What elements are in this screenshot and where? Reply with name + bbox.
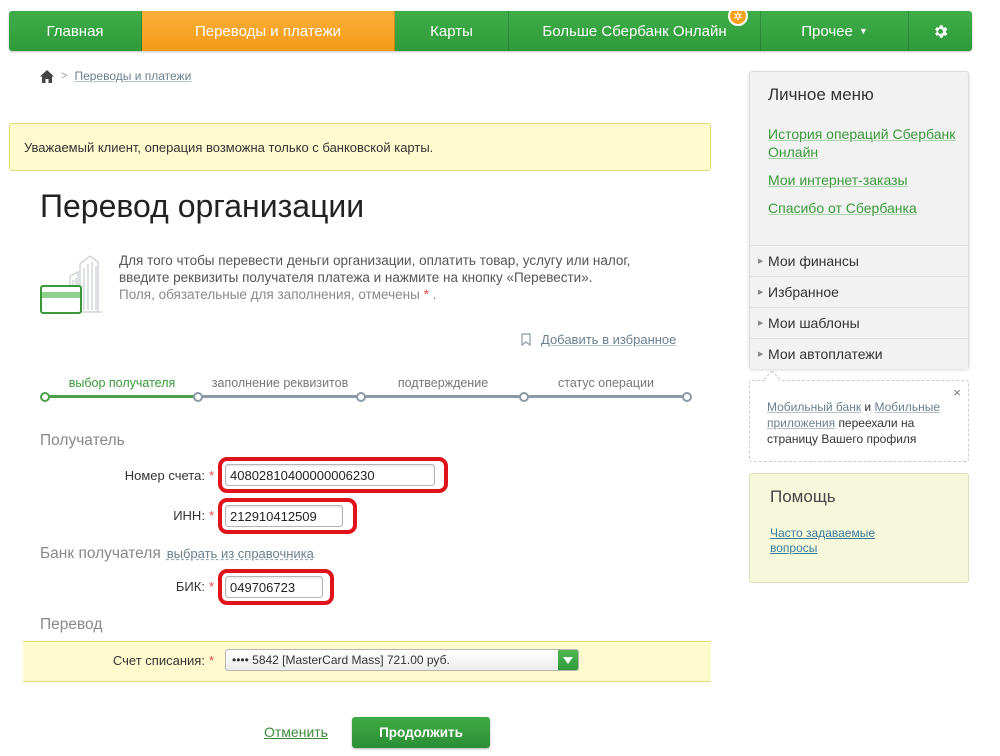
account-label-text: Номер счета: xyxy=(124,468,205,483)
step-line-pending xyxy=(198,395,688,398)
nav-label: Больше Сбербанк Онлайн xyxy=(542,22,727,40)
description-line: Для того чтобы перевести деньги организа… xyxy=(119,253,631,268)
breadcrumb: > Переводы и платежи xyxy=(40,69,191,83)
nav-item-other[interactable]: Прочее ▼ xyxy=(761,11,909,51)
steps-progress: выбор получателя заполнение реквизитов п… xyxy=(40,374,695,404)
nav-item-cards[interactable]: Карты xyxy=(395,11,509,51)
close-icon[interactable]: × xyxy=(953,385,961,401)
required-mark: * xyxy=(208,653,214,668)
menu-item-label: Мои финансы xyxy=(768,253,859,269)
add-to-favorites[interactable]: Добавить в избранное xyxy=(521,332,676,347)
nav-item-transfers[interactable]: Переводы и платежи xyxy=(142,11,395,51)
required-note: Поля, обязательные для заполнения, отмеч… xyxy=(119,286,679,303)
menu-item-my-templates[interactable]: ▶ Мои шаблоны xyxy=(750,307,968,338)
mobile-bank-link[interactable]: Мобильный банк xyxy=(767,400,861,414)
home-icon[interactable] xyxy=(40,69,54,83)
notice-banner: Уважаемый клиент, операция возможна толь… xyxy=(9,123,711,171)
required-mark: * xyxy=(208,468,214,483)
menu-item-label: Мои шаблоны xyxy=(768,315,860,331)
breadcrumb-link-transfers[interactable]: Переводы и платежи xyxy=(74,69,191,83)
triangle-right-icon: ▶ xyxy=(758,289,764,296)
inn-input[interactable] xyxy=(225,505,343,527)
notice-text: Уважаемый клиент, операция возможна толь… xyxy=(24,139,434,155)
triangle-right-icon: ▶ xyxy=(758,320,764,327)
nav-item-more-sberbank[interactable]: Больше Сбербанк Онлайн ✲ xyxy=(509,11,761,51)
triangle-right-icon: ▶ xyxy=(758,258,764,265)
step-dot xyxy=(193,392,203,402)
bik-input[interactable] xyxy=(225,576,323,598)
bik-label-text: БИК: xyxy=(175,579,205,594)
personal-menu: Личное меню История операций Сбербанк Он… xyxy=(749,71,969,369)
note-and: и xyxy=(864,400,872,414)
chevron-right-icon: > xyxy=(61,70,68,82)
help-title: Помощь xyxy=(770,487,836,506)
step-line-done xyxy=(45,395,198,398)
page-title: Перевод организации xyxy=(40,188,365,224)
debit-account-label-text: Счет списания: xyxy=(112,653,205,668)
add-to-favorites-link[interactable]: Добавить в избранное xyxy=(541,332,676,347)
link-internet-orders[interactable]: Мои интернет-заказы xyxy=(768,171,963,189)
required-mark: * xyxy=(423,287,429,302)
inn-label-text: ИНН: xyxy=(173,508,205,523)
debit-account-label: Счет списания: * xyxy=(80,653,214,668)
dropdown-button[interactable] xyxy=(558,650,578,670)
account-label: Номер счета: * xyxy=(100,468,214,483)
chevron-down-icon xyxy=(563,656,573,664)
step-label-fill-details: заполнение реквизитов xyxy=(211,376,349,390)
nav-label: Прочее xyxy=(801,22,853,40)
nav-label: Переводы и платежи xyxy=(194,22,342,40)
menu-item-my-finances[interactable]: ▶ Мои финансы xyxy=(750,245,968,276)
account-number-input[interactable] xyxy=(225,464,435,486)
personal-menu-title: Личное меню xyxy=(768,85,874,104)
step-dot xyxy=(519,392,529,402)
debit-account-value: •••• 5842 [MasterCard Mass] 721.00 руб. xyxy=(232,653,450,667)
nav-label: Главная xyxy=(46,22,104,40)
cancel-link[interactable]: Отменить xyxy=(264,724,328,740)
section-bank-title: Банк получателя xyxy=(40,545,161,562)
section-bank: Банк получателя выбрать из справочника xyxy=(40,545,314,563)
faq-link[interactable]: Часто задаваемые вопросы xyxy=(770,526,920,556)
choose-from-directory-link[interactable]: выбрать из справочника xyxy=(167,546,314,561)
required-mark: * xyxy=(208,508,214,523)
gear-badge-icon: ✲ xyxy=(728,11,748,26)
building-card-icon xyxy=(40,255,102,314)
mobile-bank-note: Мобильный банк и Мобильные приложения пе… xyxy=(749,380,969,462)
required-note-end: . xyxy=(432,287,437,302)
required-mark: * xyxy=(208,579,214,594)
caret-down-icon: ▼ xyxy=(858,26,868,36)
settings-button[interactable] xyxy=(909,11,972,51)
menu-item-label: Избранное xyxy=(768,284,839,300)
step-dot xyxy=(682,392,692,402)
description: Для того чтобы перевести деньги организа… xyxy=(119,252,679,303)
nav-item-main[interactable]: Главная xyxy=(9,11,142,51)
required-note-text: Поля, обязательные для заполнения, отмеч… xyxy=(119,287,420,302)
top-navigation: Главная Переводы и платежи Карты Больше … xyxy=(9,11,972,51)
menu-item-label: Мои автоплатежи xyxy=(768,346,883,362)
menu-item-favorites[interactable]: ▶ Избранное xyxy=(750,276,968,307)
step-dot xyxy=(356,392,366,402)
debit-account-select[interactable]: •••• 5842 [MasterCard Mass] 721.00 руб. xyxy=(225,649,579,671)
section-recipient: Получатель xyxy=(40,432,125,449)
description-line: введите реквизиты получателя платежа и н… xyxy=(119,270,593,285)
link-spasibo[interactable]: Спасибо от Сбербанка xyxy=(768,199,963,217)
triangle-right-icon: ▶ xyxy=(758,351,764,358)
bik-label: БИК: * xyxy=(100,579,214,594)
menu-item-my-autopayments[interactable]: ▶ Мои автоплатежи xyxy=(750,338,968,369)
section-transfer: Перевод xyxy=(40,616,103,633)
bookmark-icon xyxy=(521,333,531,346)
step-dot xyxy=(40,392,50,402)
step-label-select-recipient: выбор получателя xyxy=(68,376,176,390)
gear-icon xyxy=(935,24,948,38)
help-box: Помощь Часто задаваемые вопросы xyxy=(749,473,969,583)
inn-label: ИНН: * xyxy=(100,508,214,523)
link-operations-history[interactable]: История операций Сбербанк Онлайн xyxy=(768,125,963,161)
step-label-status: статус операции xyxy=(558,376,654,390)
continue-button[interactable]: Продолжить xyxy=(352,717,490,748)
step-label-confirmation: подтверждение xyxy=(397,376,489,390)
nav-label: Карты xyxy=(430,22,473,40)
